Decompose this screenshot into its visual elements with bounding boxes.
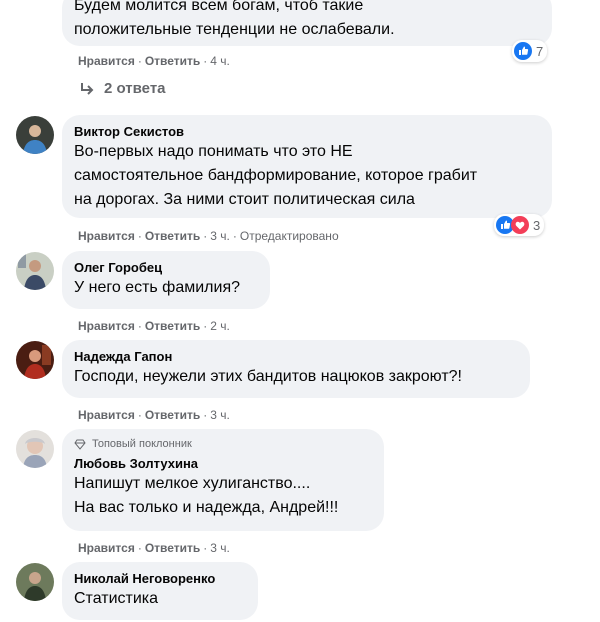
reactions-summary[interactable]: 7 <box>512 40 548 62</box>
reply-link[interactable]: Ответить <box>145 54 200 68</box>
comment-bubble: Будем молится всем богам, чтоб такие пол… <box>62 0 552 46</box>
separator: · <box>203 408 208 422</box>
comment-text-line: положительные тенденции не ослабевали. <box>74 21 395 38</box>
diamond-icon <box>74 439 86 450</box>
comment-bubble: Надежда Гапон Господи, неужели этих банд… <box>62 340 530 398</box>
replies-count-label: 2 ответа <box>104 80 166 97</box>
timestamp[interactable]: 2 ч. <box>210 319 230 333</box>
like-link[interactable]: Нравится <box>78 54 135 68</box>
comment-actions: Нравится · Ответить · 2 ч. <box>78 318 230 334</box>
avatar[interactable] <box>16 252 54 290</box>
reactions-count: 3 <box>533 217 541 233</box>
comment-text-line: Напишут мелкое хулиганство.... <box>74 475 311 492</box>
separator: · <box>137 54 142 68</box>
comment-actions: Нравится · Ответить · 3 ч. · Отредактировано <box>78 228 339 244</box>
comment-text-line: У него есть фамилия? <box>74 279 241 296</box>
heart-icon <box>511 216 529 234</box>
separator: · <box>203 54 208 68</box>
separator: · <box>137 319 142 333</box>
comment-bubble: Виктор Секистов Во-первых надо понимать … <box>62 115 552 218</box>
timestamp[interactable]: 4 ч. <box>210 54 230 68</box>
comment-actions: Нравится · Ответить · 4 ч. <box>78 53 230 69</box>
separator: · <box>203 541 208 555</box>
reactions-summary[interactable]: 3 <box>494 214 545 236</box>
avatar[interactable] <box>16 430 54 468</box>
edited-label: Отредактировано <box>239 229 339 243</box>
comment-author[interactable]: Олег Горобец <box>74 259 258 276</box>
reply-arrow-icon <box>81 82 94 95</box>
comment-actions: Нравится · Ответить · 3 ч. <box>78 407 230 423</box>
timestamp[interactable]: 3 ч. <box>210 541 230 555</box>
comment-author[interactable]: Николай Неговоренко <box>74 570 246 587</box>
comment-text-line: самостоятельное бандформирование, которо… <box>74 167 478 184</box>
avatar[interactable] <box>16 341 54 379</box>
comment-author[interactable]: Надежда Гапон <box>74 348 518 365</box>
separator: · <box>137 408 142 422</box>
separator: · <box>232 229 237 243</box>
view-replies-link[interactable]: 2 ответа <box>80 80 166 97</box>
comment-author[interactable]: Виктор Секистов <box>74 123 540 140</box>
reply-link[interactable]: Ответить <box>145 541 200 555</box>
comment-text-line: на дорогах. За ними стоит политическая с… <box>74 191 415 208</box>
avatar[interactable] <box>16 563 54 601</box>
separator: · <box>203 229 208 243</box>
like-link[interactable]: Нравится <box>78 319 135 333</box>
reply-link[interactable]: Ответить <box>145 408 200 422</box>
top-fan-badge: Топовый поклонник <box>74 437 372 451</box>
reply-link[interactable]: Ответить <box>145 319 200 333</box>
comment-text-line: Во-первых надо понимать что это НЕ <box>74 143 353 160</box>
comment-actions: Нравится · Ответить · 3 ч. <box>78 540 230 556</box>
timestamp[interactable]: 3 ч. <box>210 229 230 243</box>
reactions-count: 7 <box>536 43 544 59</box>
separator: · <box>203 319 208 333</box>
comment-text-line: Будем молится всем богам, чтоб такие <box>74 0 364 14</box>
like-link[interactable]: Нравится <box>78 229 135 243</box>
separator: · <box>137 229 142 243</box>
top-fan-label: Топовый поклонник <box>92 438 192 450</box>
thumbs-up-icon <box>514 42 532 60</box>
comment-bubble: Николай Неговоренко Статистика <box>62 562 258 620</box>
comment-text-line: Статистика <box>74 590 159 607</box>
avatar[interactable] <box>16 116 54 154</box>
comment-text-line: Господи, неужели этих бандитов нацюков з… <box>74 368 462 385</box>
comment-author[interactable]: Любовь Золтухина <box>74 455 372 472</box>
reply-link[interactable]: Ответить <box>145 229 200 243</box>
like-link[interactable]: Нравится <box>78 541 135 555</box>
like-link[interactable]: Нравится <box>78 408 135 422</box>
comment-bubble: Топовый поклонник Любовь Золтухина Напиш… <box>62 429 384 531</box>
separator: · <box>137 541 142 555</box>
timestamp[interactable]: 3 ч. <box>210 408 230 422</box>
comment-bubble: Олег Горобец У него есть фамилия? <box>62 251 270 309</box>
comment-text-line: На вас только и надежда, Андрей!!! <box>74 499 339 516</box>
